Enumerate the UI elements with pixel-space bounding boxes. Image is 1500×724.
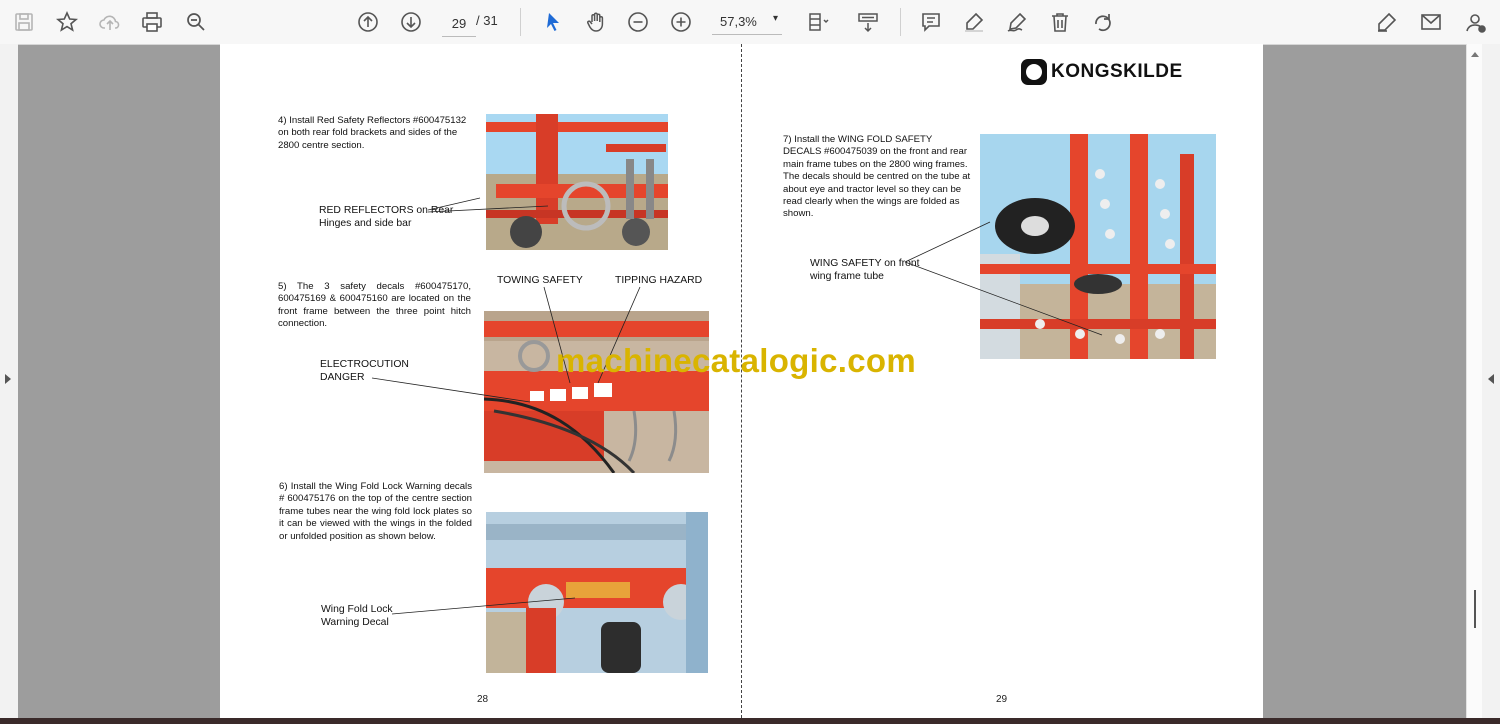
zoom-out-icon[interactable] xyxy=(623,7,653,37)
step-5-text: 5) The 3 safety decals #600475170, 60047… xyxy=(278,281,471,330)
expand-right-icon xyxy=(1488,374,1494,384)
step-7-text: 7) Install the WING FOLD SAFETY DECALS #… xyxy=(783,134,971,220)
toolbar: / 31 57,3% ▾ xyxy=(0,0,1500,45)
chevron-down-icon: ▾ xyxy=(772,13,778,24)
label-red-reflectors: RED REFLECTORS on Rear Hinges and side b… xyxy=(319,205,454,229)
photo-wing-safety xyxy=(980,134,1216,359)
zoom-search-icon[interactable] xyxy=(181,7,211,37)
draw-icon[interactable] xyxy=(1002,7,1032,37)
photo-wing-fold-lock xyxy=(486,512,708,673)
page-down-icon[interactable] xyxy=(396,7,426,37)
scrollbar-thumb[interactable] xyxy=(1474,590,1476,628)
upload-cloud-icon[interactable] xyxy=(95,7,125,37)
scroll-up-icon xyxy=(1471,52,1479,57)
select-cursor-icon[interactable] xyxy=(538,7,568,37)
toolbar-divider xyxy=(900,8,901,36)
page-number-29: 29 xyxy=(996,694,1008,705)
logo-text: KONGSKILDE xyxy=(1051,61,1183,82)
hand-tool-icon[interactable] xyxy=(581,7,611,37)
expand-left-icon xyxy=(5,374,11,384)
left-panel-toggle[interactable] xyxy=(0,44,18,720)
delete-icon[interactable] xyxy=(1045,7,1075,37)
watermark-text: machinecatalogic.com xyxy=(556,342,916,379)
label-wing-fold-lock: Wing Fold Lock Warning Decal xyxy=(321,604,393,628)
label-electrocution-danger: ELECTROCUTION DANGER xyxy=(320,359,409,383)
zoom-value: 57,3% xyxy=(720,14,757,29)
step-4-text: 4) Install Red Safety Reflectors #600475… xyxy=(278,115,467,151)
account-icon[interactable] xyxy=(1460,7,1490,37)
page-up-icon[interactable] xyxy=(353,7,383,37)
rotate-icon[interactable] xyxy=(1088,7,1118,37)
kongskilde-logo: KONGSKILDE xyxy=(1021,59,1217,85)
save-icon[interactable] xyxy=(9,7,39,37)
page-fit-icon[interactable] xyxy=(803,7,833,37)
step-6-text: 6) Install the Wing Fold Lock Warning de… xyxy=(279,481,472,542)
bottom-edge xyxy=(0,718,1500,724)
sign-icon[interactable] xyxy=(1372,7,1402,37)
mail-icon[interactable] xyxy=(1416,7,1446,37)
page-number-28: 28 xyxy=(477,694,489,705)
photo-safety-decals xyxy=(484,311,709,473)
label-towing-safety: TOWING SAFETY xyxy=(497,275,583,286)
kongskilde-logo-inner xyxy=(1026,64,1042,80)
comment-icon[interactable] xyxy=(916,7,946,37)
toolbar-divider xyxy=(520,8,521,36)
scroll-mode-icon[interactable] xyxy=(853,7,883,37)
label-wing-safety: WING SAFETY on front wing frame tube xyxy=(810,258,920,282)
vertical-scrollbar[interactable] xyxy=(1466,44,1483,720)
photo-red-reflectors xyxy=(486,114,668,250)
highlight-icon[interactable] xyxy=(959,7,989,37)
print-icon[interactable] xyxy=(137,7,167,37)
zoom-select[interactable]: 57,3% ▾ xyxy=(712,10,782,35)
label-tipping-hazard: TIPPING HAZARD xyxy=(615,275,703,286)
right-panel-toggle[interactable] xyxy=(1482,44,1500,720)
zoom-in-icon[interactable] xyxy=(666,7,696,37)
page-number-input[interactable] xyxy=(442,10,476,37)
page-divider xyxy=(741,44,742,718)
bookmark-star-icon[interactable] xyxy=(52,7,82,37)
page-total: / 31 xyxy=(476,13,498,28)
